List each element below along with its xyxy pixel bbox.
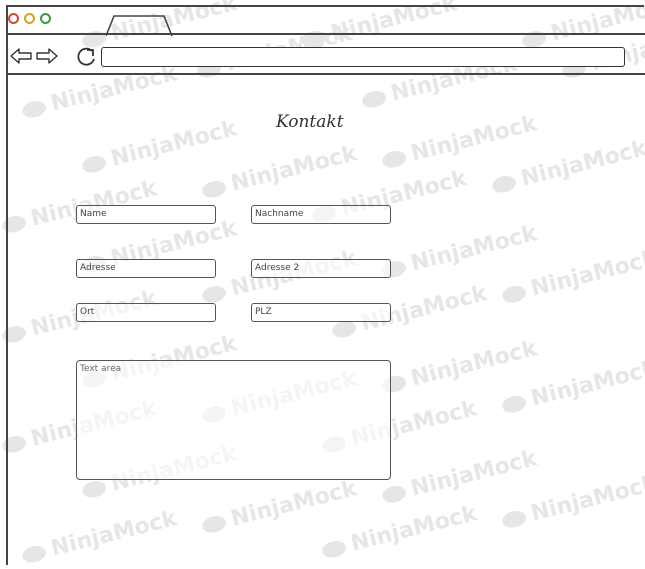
browser-tab[interactable] [106, 15, 176, 37]
page-content: Kontakt Name Nachname Adresse Adresse 2 … [8, 77, 645, 560]
forward-arrow-icon[interactable] [36, 48, 58, 64]
address-bar[interactable] [101, 47, 625, 67]
minimize-window-button[interactable] [24, 13, 35, 24]
ort-field[interactable]: Ort [76, 303, 216, 322]
navigation-bar [6, 35, 645, 75]
nachname-field[interactable]: Nachname [251, 205, 391, 224]
message-textarea[interactable]: Text area [76, 360, 391, 480]
page-title: Kontakt [276, 112, 344, 132]
title-bar [6, 5, 645, 37]
back-arrow-icon[interactable] [10, 48, 32, 64]
maximize-window-button[interactable] [40, 13, 51, 24]
plz-field[interactable]: PLZ [251, 303, 391, 322]
close-window-button[interactable] [8, 13, 19, 24]
reload-icon[interactable] [76, 46, 98, 68]
adresse-field[interactable]: Adresse [76, 259, 216, 278]
name-field[interactable]: Name [76, 205, 216, 224]
adresse-2-field[interactable]: Adresse 2 [251, 259, 391, 278]
